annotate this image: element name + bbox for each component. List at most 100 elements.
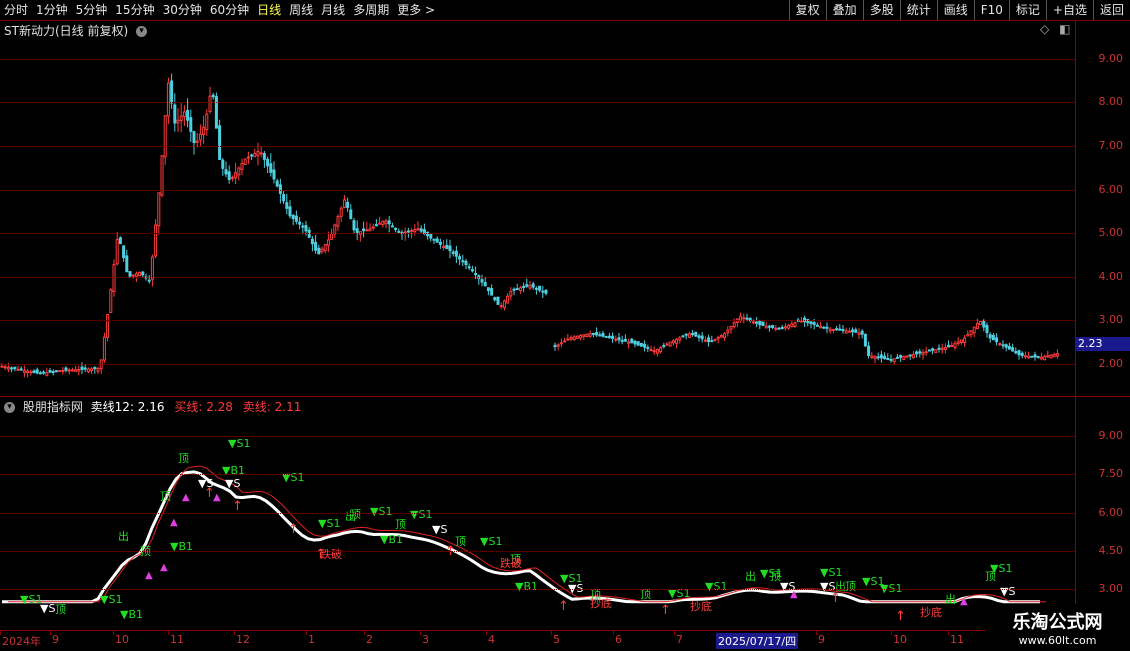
- period-tab[interactable]: 60分钟: [206, 0, 253, 20]
- candle-body: [45, 372, 49, 376]
- toolbar-button[interactable]: 统计: [899, 0, 937, 20]
- grid-line: [0, 474, 1075, 476]
- candle-body: [777, 327, 781, 330]
- date-tick: [168, 631, 169, 635]
- toolbar-button[interactable]: F10: [973, 0, 1009, 20]
- up-arrow-icon: ↑: [830, 591, 841, 606]
- candle-body: [454, 250, 458, 257]
- candle-body: [192, 131, 196, 144]
- candle-body: [742, 317, 746, 320]
- candle-body: [697, 335, 701, 338]
- candle-body: [1011, 347, 1015, 352]
- date-tick-label: 2: [366, 633, 373, 646]
- signal-label: ▼B1: [380, 533, 403, 546]
- candle-body: [790, 323, 794, 328]
- toolbar-button[interactable]: 叠加: [825, 0, 863, 20]
- price-tick-label: 2.00: [1098, 357, 1124, 370]
- candle-body: [595, 331, 599, 336]
- toolbar-button[interactable]: 返回: [1092, 0, 1130, 20]
- candle-body: [566, 338, 570, 341]
- period-tab[interactable]: 15分钟: [111, 0, 158, 20]
- candle-body: [1023, 355, 1027, 358]
- candle-body: [726, 329, 730, 334]
- grid-line: [0, 512, 1075, 514]
- period-tab[interactable]: 1分钟: [32, 0, 72, 20]
- date-tick-label: 11: [170, 633, 184, 646]
- candle-body: [572, 336, 576, 340]
- candle-body: [368, 228, 372, 232]
- candle-body: [943, 347, 947, 351]
- candle-body: [655, 349, 659, 354]
- triangle-up-icon: ▲: [213, 492, 221, 503]
- grid-line: [0, 364, 1075, 365]
- candle-body: [211, 94, 215, 98]
- candle-body: [509, 291, 513, 297]
- candle-body: [496, 296, 500, 305]
- toolbar-button[interactable]: 复权: [788, 0, 826, 20]
- candle-body: [506, 295, 510, 304]
- candle-body: [486, 287, 490, 291]
- candle-body: [6, 366, 10, 370]
- candle-body: [559, 342, 563, 345]
- period-tab[interactable]: 分时: [0, 0, 32, 20]
- candle-body: [0, 365, 4, 368]
- toolbar-button[interactable]: +自选: [1045, 0, 1093, 20]
- grid-line: [0, 589, 1075, 590]
- red-signal: 跌破: [500, 556, 522, 570]
- candle-body: [256, 151, 260, 156]
- candle-body: [710, 340, 714, 343]
- s-signal: ▼S: [1000, 585, 1015, 598]
- period-tab[interactable]: 月线: [317, 0, 349, 20]
- period-tab[interactable]: 周线: [285, 0, 317, 20]
- candle-body: [458, 256, 462, 260]
- candle-body: [208, 95, 212, 113]
- candle-body: [413, 229, 417, 233]
- grid-line: [0, 233, 1075, 235]
- date-tick: [948, 631, 949, 635]
- candle-body: [902, 356, 906, 361]
- candle-body: [416, 228, 420, 231]
- candle-body: [1017, 350, 1021, 356]
- candle-body: [713, 338, 717, 341]
- candle-body: [860, 330, 864, 335]
- candle-body: [365, 229, 369, 232]
- chart-canvas[interactable]: ▼S1 ▼S1▼B1▼B1▼B1▼S1▼S1▼S1▼S1 ▼S1▼S1▼B1▼B1▼…: [0, 20, 1075, 630]
- toolbar-button[interactable]: 画线: [936, 0, 974, 20]
- candle-body: [998, 343, 1002, 346]
- grid-line: [0, 58, 1075, 60]
- candle-body: [381, 220, 385, 226]
- indicator-tick-label: 9.00: [1098, 429, 1124, 442]
- candle-body: [1046, 355, 1050, 358]
- period-tab[interactable]: 更多 >: [393, 0, 439, 20]
- candle-body: [115, 238, 119, 265]
- signal-label: ▼S1: [318, 517, 340, 530]
- candle-body: [889, 358, 893, 361]
- candle-body: [876, 356, 880, 359]
- period-tab[interactable]: 多周期: [349, 0, 393, 20]
- candle-body: [991, 334, 995, 341]
- toolbar-button[interactable]: 多股: [862, 0, 900, 20]
- candle-body: [435, 238, 439, 243]
- candle-body: [659, 347, 663, 353]
- candle-body: [317, 247, 321, 255]
- candle-body: [719, 335, 723, 338]
- candle-body: [771, 324, 775, 329]
- candle-body: [387, 220, 391, 225]
- price-tick-label: 3.00: [1098, 313, 1124, 327]
- candle-body: [1049, 354, 1053, 359]
- toolbar-button[interactable]: 标记: [1008, 0, 1046, 20]
- date-tick: [364, 631, 365, 635]
- date-axis: 2024年 9 10 11 12 1 2 3 4 5 6 7 9 10 11 2025/07/17/四: [0, 630, 1075, 651]
- candle-body: [384, 220, 388, 225]
- period-tab[interactable]: 日线: [253, 0, 285, 20]
- candle-body: [780, 327, 784, 330]
- candle-body: [553, 344, 557, 348]
- period-tab[interactable]: 30分钟: [159, 0, 206, 20]
- candle-body: [588, 333, 592, 337]
- indicator-tick-label: 3.00: [1098, 582, 1124, 595]
- period-tab[interactable]: 5分钟: [72, 0, 112, 20]
- candle-body: [691, 332, 695, 336]
- date-tick: [420, 631, 421, 635]
- candle-body: [950, 345, 954, 348]
- indicator-tick-label: 6.00: [1098, 505, 1124, 519]
